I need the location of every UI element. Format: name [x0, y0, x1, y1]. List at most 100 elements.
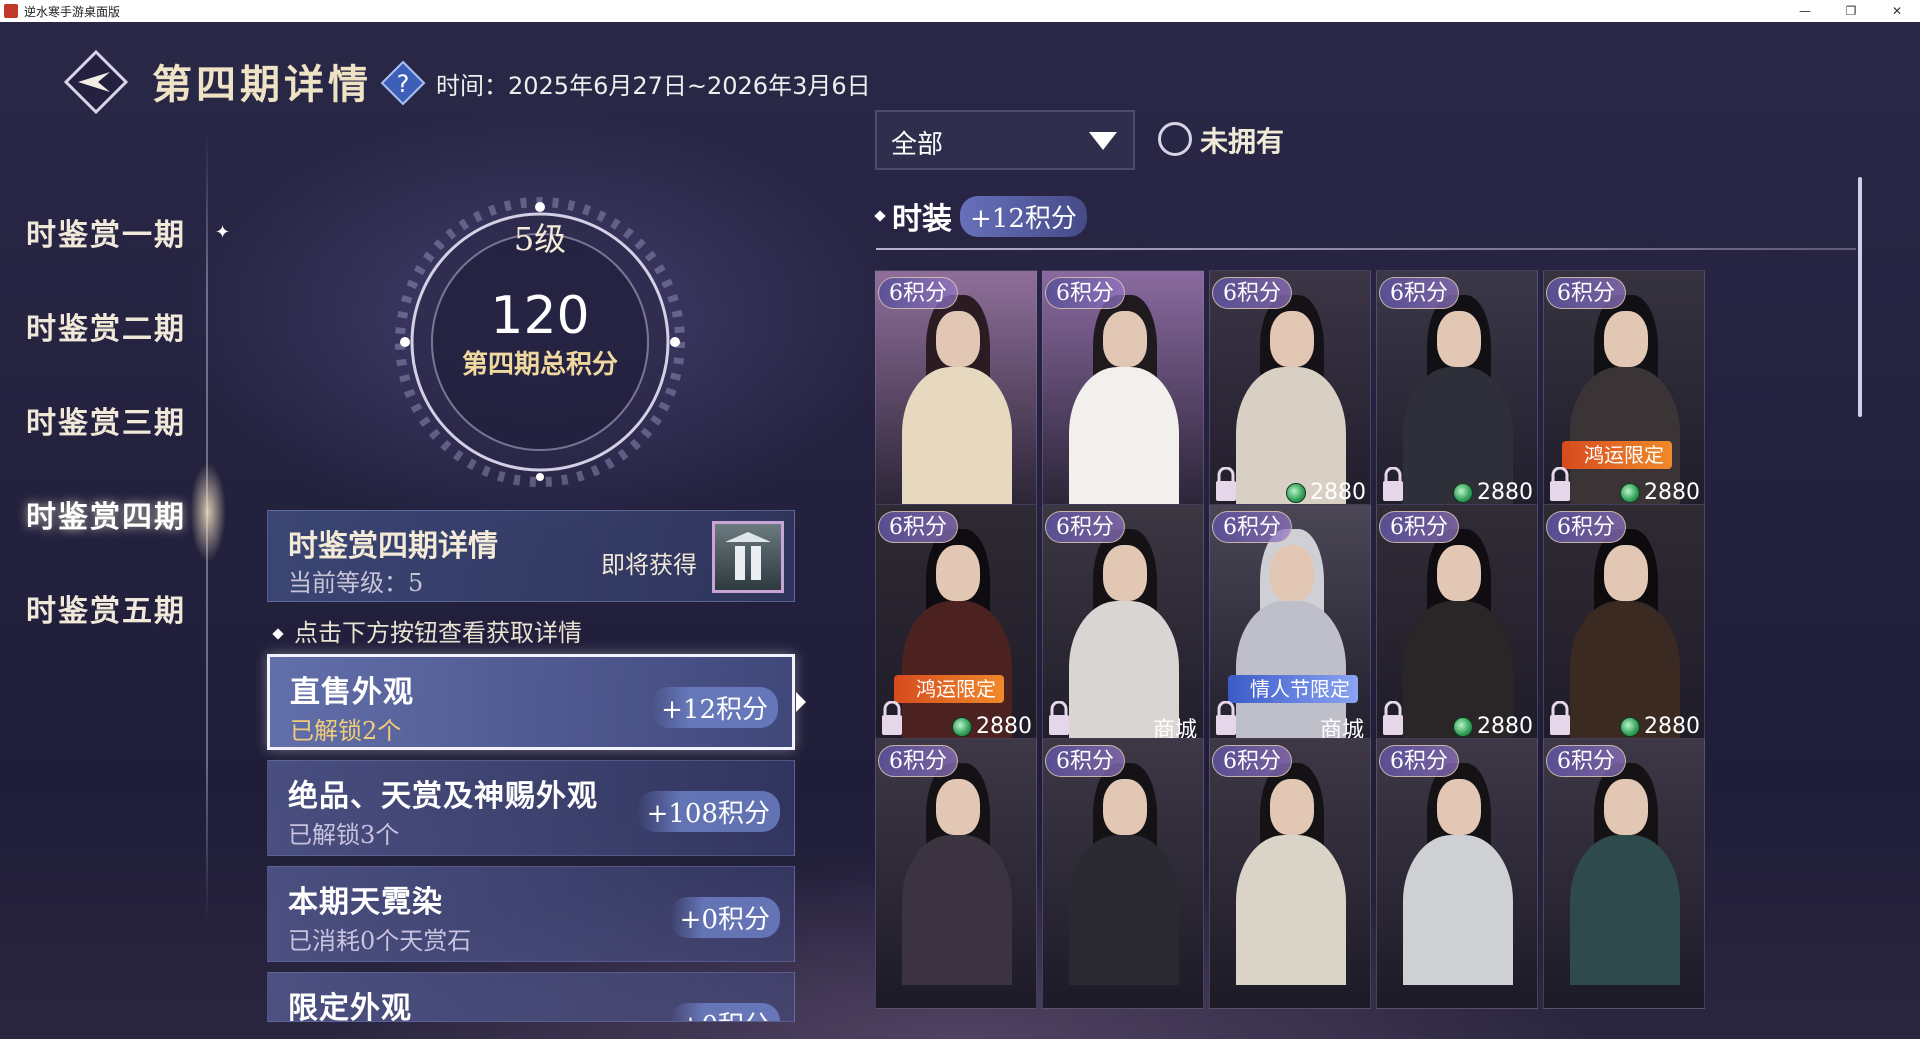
figure-body — [1069, 835, 1179, 985]
outfit-price: 2880 — [1286, 480, 1366, 505]
close-button[interactable]: ✕ — [1874, 0, 1920, 22]
outfit-price: 2880 — [952, 714, 1032, 739]
outfit-card[interactable]: 6积分2880楚威傲世 — [1543, 504, 1705, 775]
outfit-price: 2880 — [1453, 714, 1533, 739]
category-subtitle: 已消耗0个天赏石 — [288, 927, 472, 955]
figure-body — [1069, 367, 1179, 517]
outfit-score-tag: 6积分 — [1379, 277, 1459, 309]
unowned-label[interactable]: 未拥有 — [1200, 120, 1284, 160]
window-titlebar: 逆水寒手游桌面版 — ❐ ✕ — [0, 0, 1920, 22]
upcoming-reward-label: 即将获得 — [601, 551, 697, 579]
reward-figure-icon — [725, 532, 771, 580]
outfit-card[interactable]: 6积分鸿运限定2880狂纵驰野 — [1543, 270, 1705, 541]
outfit-card[interactable]: 6积分 — [1543, 738, 1705, 1009]
figure-head — [1270, 779, 1314, 835]
category-filter-dropdown[interactable]: 全部 — [875, 110, 1135, 170]
svg-text:?: ? — [397, 70, 410, 98]
jade-currency-icon — [952, 716, 972, 737]
outfit-card[interactable]: 6积分2880摩登风尚 — [1376, 270, 1538, 541]
outfit-price: 2880 — [1620, 714, 1700, 739]
page-title: 第四期详情 — [152, 61, 372, 108]
outfit-score-tag: 6积分 — [1379, 511, 1459, 543]
section-heading: 时装 +12积分 — [874, 194, 1087, 238]
score-caption: 第四期总积分 — [461, 350, 618, 380]
figure-body — [902, 835, 1012, 985]
category-dye[interactable]: 本期天霓染 已消耗0个天赏石 +0积分 — [267, 866, 795, 962]
period-details-card[interactable]: 时鉴赏四期详情 当前等级：5 即将获得 — [267, 510, 795, 602]
outfit-score-tag: 6积分 — [1546, 745, 1626, 777]
jade-currency-icon — [1453, 482, 1473, 503]
lock-icon — [1216, 467, 1236, 501]
restore-button[interactable]: ❐ — [1828, 0, 1874, 22]
outfit-card[interactable]: 6积分 — [1376, 738, 1538, 1009]
figure-head — [1604, 779, 1648, 835]
outfit-price: 2880 — [1453, 480, 1533, 505]
scrollbar[interactable] — [1858, 177, 1862, 417]
outfit-price: 2880 — [1620, 480, 1700, 505]
nav-period-4[interactable]: 时鉴赏四期 — [26, 492, 186, 536]
details-title: 时鉴赏四期详情 — [288, 529, 498, 564]
outfit-score-tag: 6积分 — [1045, 277, 1125, 309]
category-title: 绝品、天赏及神赐外观 — [288, 779, 598, 814]
jade-currency-icon — [1620, 482, 1640, 503]
outfit-card[interactable]: 6积分 — [875, 738, 1037, 1009]
figure-head — [1604, 545, 1648, 601]
reward-thumbnail[interactable] — [712, 521, 784, 593]
outfit-card[interactable]: 6积分2880元夕浮焰 — [1209, 270, 1371, 541]
figure-head — [1103, 545, 1147, 601]
nav-period-3[interactable]: 时鉴赏三期 — [26, 398, 186, 442]
time-value: 2025年6月27日~2026年3月6日 — [508, 72, 871, 100]
category-premium[interactable]: 绝品、天赏及神赐外观 已解锁3个 +108积分 — [267, 760, 795, 856]
outfit-card[interactable]: 6积分商城墨书痴狐 — [1042, 504, 1204, 775]
jade-currency-icon — [1453, 716, 1473, 737]
category-limited[interactable]: 限定外观 +0积分 — [267, 972, 795, 1022]
nav-period-5[interactable]: 时鉴赏五期 — [26, 586, 186, 630]
outfit-score-tag: 6积分 — [878, 511, 958, 543]
outfit-card[interactable]: 6积分逸夏浮澜 — [1042, 270, 1204, 541]
outfit-score-tag: 6积分 — [1546, 277, 1626, 309]
outfit-card[interactable]: 6积分 — [1209, 738, 1371, 1009]
price-value: 2880 — [976, 714, 1032, 739]
minimize-button[interactable]: — — [1782, 0, 1828, 22]
category-title: 直售外观 — [290, 675, 414, 710]
jade-currency-icon — [1286, 482, 1306, 503]
figure-head — [1437, 779, 1481, 835]
lock-icon — [1216, 701, 1236, 735]
outfit-card[interactable]: 6积分云锦天香 — [875, 270, 1037, 541]
outfit-card[interactable]: 6积分2880蜃沙神怜 — [1376, 504, 1538, 775]
outfit-grid: 6积分云锦天香6积分逸夏浮澜6积分2880元夕浮焰6积分2880摩登风尚6积分鸿… — [875, 270, 1855, 1022]
category-score: +108积分 — [636, 791, 780, 832]
price-value: 2880 — [1644, 480, 1700, 505]
app-icon — [4, 4, 18, 18]
time-label: 时间： — [436, 72, 508, 100]
unowned-radio[interactable] — [1158, 122, 1192, 156]
figure-head — [936, 545, 980, 601]
figure-head — [1103, 311, 1147, 367]
figure-body — [1403, 835, 1513, 985]
outfit-card[interactable]: 6积分 — [1042, 738, 1204, 1009]
section-bonus: +12积分 — [960, 195, 1087, 237]
back-arrow-icon[interactable] — [64, 50, 128, 114]
outfit-score-tag: 6积分 — [1546, 511, 1626, 543]
nav-period-1[interactable]: 时鉴赏一期 — [26, 210, 186, 254]
outfit-score-tag: 6积分 — [1212, 511, 1292, 543]
section-divider — [876, 248, 1856, 250]
hint-text: 点击下方按钮查看获取详情 — [272, 613, 582, 648]
lock-icon — [882, 701, 902, 735]
outfit-score-tag: 6积分 — [1379, 745, 1459, 777]
price-value: 2880 — [1310, 480, 1366, 505]
price-value: 2880 — [1477, 714, 1533, 739]
help-icon[interactable]: ? — [380, 60, 426, 106]
category-direct-sale[interactable]: 直售外观 已解锁2个 +12积分 — [267, 654, 795, 750]
score-value: 120 — [490, 286, 590, 346]
category-subtitle: 已解锁2个 — [290, 717, 402, 745]
limited-badge: 情人节限定 — [1228, 675, 1358, 703]
outfit-score-tag: 6积分 — [1212, 745, 1292, 777]
category-score: +0积分 — [669, 897, 780, 938]
outfit-card[interactable]: 6积分情人节限定商城星棱银迹 — [1209, 504, 1371, 775]
outfit-card[interactable]: 6积分鸿运限定2880龙御八荒 — [875, 504, 1037, 775]
lock-icon — [1383, 701, 1403, 735]
section-name: 时装 — [892, 202, 952, 237]
nav-period-2[interactable]: 时鉴赏二期 — [26, 304, 186, 348]
category-score: +0积分 — [669, 1003, 780, 1021]
